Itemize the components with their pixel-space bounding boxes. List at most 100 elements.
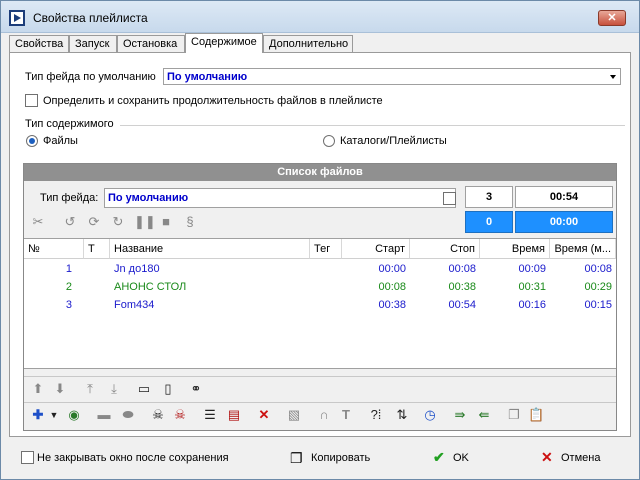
text-icon[interactable]: T	[338, 407, 354, 423]
window-title: Свойства плейлиста	[33, 11, 148, 25]
tab-launch[interactable]: Запуск	[69, 35, 117, 52]
playlist-properties-window: Свойства плейлиста ✕ Свойства Запуск Ост…	[0, 0, 640, 480]
tab-content[interactable]: Содержимое	[185, 33, 263, 53]
cell-name: АНОНС СТОЛ	[114, 281, 187, 293]
export-icon[interactable]: ⇚	[476, 407, 492, 423]
file-feed-checkbox[interactable]	[443, 192, 456, 205]
col-stop[interactable]: Стоп	[410, 239, 480, 259]
file-feed-value: По умолчанию	[108, 192, 189, 204]
file-table[interactable]: № Т Название Тег Старт Стоп Время Время …	[24, 238, 616, 369]
copy-icon: ❐	[290, 450, 303, 466]
cell-stop: 00:08	[448, 263, 476, 275]
file-feed-label: Тип фейда:	[40, 192, 99, 204]
copy-icon[interactable]: ❐	[506, 407, 522, 423]
selected-duration: 00:00	[515, 211, 613, 233]
file-feed-select[interactable]: По умолчанию	[104, 188, 456, 208]
clock-icon[interactable]: ◷	[422, 407, 438, 423]
window-bottom-icon[interactable]: ▯	[160, 381, 176, 397]
footer-bar: Не закрывать окно после сохранения ❐ Коп…	[9, 444, 631, 472]
move-bottom-icon[interactable]: ⤓	[106, 381, 122, 397]
cell-start: 00:08	[378, 281, 406, 293]
app-icon	[9, 10, 25, 26]
feed-type-label: Тип фейда по умолчанию	[25, 71, 156, 83]
table-row[interactable]: 1 Jn до180 00:00 00:08 00:09 00:08	[24, 260, 616, 278]
link-icon[interactable]: §	[182, 214, 198, 230]
tab-stop[interactable]: Остановка	[117, 35, 185, 52]
move-up-icon[interactable]: ⬆	[30, 381, 46, 397]
loop-icon[interactable]: ↻	[110, 214, 126, 230]
add-icon[interactable]: ✚	[30, 407, 46, 423]
col-tag[interactable]: Тег	[310, 239, 342, 259]
radio-files-label: Файлы	[43, 135, 78, 147]
group-divider	[120, 125, 625, 126]
chevron-down-icon	[610, 75, 616, 79]
selected-count: 0	[465, 211, 513, 233]
feed-type-value: По умолчанию	[167, 71, 248, 83]
cancel-icon: ✕	[541, 449, 553, 465]
remove-all-icon[interactable]: ⬬	[120, 407, 136, 423]
headphones-icon[interactable]: ∩	[316, 407, 332, 423]
delete-all-files-icon[interactable]: ☠	[172, 407, 188, 423]
col-name[interactable]: Название	[110, 239, 310, 259]
col-start[interactable]: Старт	[342, 239, 410, 259]
title-bar: Свойства плейлиста ✕	[1, 1, 639, 33]
add-globe-icon[interactable]: ◉	[66, 407, 82, 423]
import-icon[interactable]: ⇛	[452, 407, 468, 423]
copy-button[interactable]: Копировать	[311, 452, 370, 464]
delete-file-icon[interactable]: ☠	[150, 407, 166, 423]
cell-time-m: 00:15	[584, 299, 612, 311]
question-icon[interactable]: ?⁞	[368, 407, 384, 423]
table-row[interactable]: 2 АНОНС СТОЛ 00:08 00:38 00:31 00:29	[24, 278, 616, 296]
stop-icon[interactable]: ■	[158, 214, 174, 230]
move-down-icon[interactable]: ⬇	[52, 381, 68, 397]
window-top-icon[interactable]: ▭	[136, 381, 152, 397]
cancel-button[interactable]: Отмена	[561, 452, 600, 464]
col-time[interactable]: Время	[480, 239, 550, 259]
reload-icon[interactable]: ↺	[62, 214, 78, 230]
file-count: 3	[465, 186, 513, 208]
ok-button[interactable]: OK	[453, 452, 469, 464]
cell-time: 00:31	[518, 281, 546, 293]
cell-name: Jn до180	[114, 263, 160, 275]
cell-time: 00:16	[518, 299, 546, 311]
radio-files[interactable]	[26, 135, 38, 147]
tab-properties[interactable]: Свойства	[9, 35, 69, 52]
list-icon[interactable]: ☰	[202, 407, 218, 423]
action-toolbar: ✚ ▼ ◉ ▬ ⬬ ☠ ☠ ☰ ▤ ✕ ▧ ∩ T ?⁞ ⇅ ◷ ⇛ ⇚ ❐ 📋	[24, 402, 616, 426]
cell-num: 2	[65, 281, 72, 293]
cell-num: 1	[65, 263, 72, 275]
content-type-label: Тип содержимого	[25, 118, 114, 130]
close-icon[interactable]: ✕	[256, 407, 272, 423]
move-top-icon[interactable]: ⤒	[82, 381, 98, 397]
radio-catalogs[interactable]	[323, 135, 335, 147]
cell-start: 00:38	[378, 299, 406, 311]
cut-icon[interactable]: ✂	[30, 214, 46, 230]
feed-type-select[interactable]: По умолчанию	[163, 68, 621, 85]
col-type[interactable]: Т	[84, 239, 110, 259]
binoculars-icon[interactable]: ⚭	[188, 381, 204, 397]
table-row[interactable]: 3 Fom434 00:38 00:54 00:16 00:15	[24, 296, 616, 314]
col-time-m[interactable]: Время (м...	[550, 239, 616, 259]
col-num[interactable]: №	[24, 239, 84, 259]
cell-time: 00:09	[518, 263, 546, 275]
close-button[interactable]: ✕	[598, 10, 626, 26]
paste-icon[interactable]: 📋	[528, 407, 544, 423]
remove-icon[interactable]: ▬	[96, 407, 112, 423]
save-duration-checkbox[interactable]	[25, 94, 38, 107]
file-list-panel: Список файлов Тип фейда: По умолчанию 3 …	[23, 163, 617, 431]
cell-stop: 00:38	[448, 281, 476, 293]
total-duration: 00:54	[515, 186, 613, 208]
marker-icon[interactable]: ▤	[226, 407, 242, 423]
folder-icon[interactable]: ▧	[286, 407, 302, 423]
cell-time-m: 00:29	[584, 281, 612, 293]
add-dropdown-icon[interactable]: ▼	[46, 407, 62, 423]
pause-icon[interactable]: ❚❚	[134, 214, 156, 230]
cell-num: 3	[65, 299, 72, 311]
save-duration-label: Определить и сохранить продолжительность…	[43, 95, 383, 107]
tab-additional[interactable]: Дополнительно	[263, 35, 353, 52]
cell-time-m: 00:08	[584, 263, 612, 275]
sort-icon[interactable]: ⇅	[394, 407, 410, 423]
refresh-icon[interactable]: ⟳	[86, 214, 102, 230]
keep-open-checkbox[interactable]	[21, 451, 34, 464]
cell-stop: 00:54	[448, 299, 476, 311]
